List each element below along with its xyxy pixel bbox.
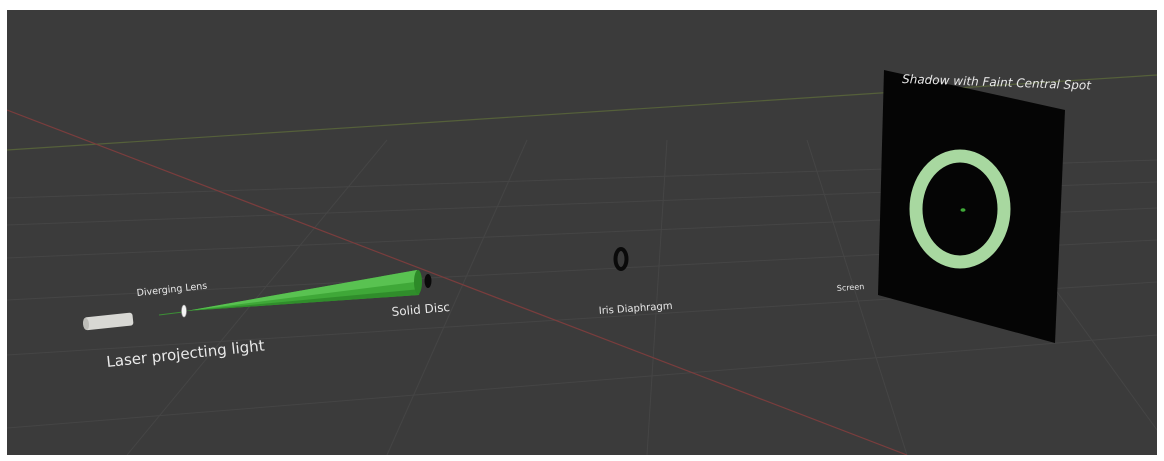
projection-screen[interactable]	[878, 70, 1065, 343]
x-axis-line	[7, 109, 908, 455]
diverging-lens[interactable]	[181, 304, 187, 318]
laser-beam-thin	[158, 311, 184, 316]
label-screen: Screen	[837, 282, 865, 293]
label-iris-diaphragm: Iris Diaphragm	[598, 301, 672, 317]
laser-body[interactable]	[82, 312, 134, 331]
label-laser: Laser projecting light	[106, 336, 266, 371]
3d-viewport[interactable]: Diverging Lens Laser projecting light So…	[7, 10, 1157, 455]
central-spot	[960, 208, 966, 212]
label-solid-disc: Solid Disc	[391, 300, 450, 319]
label-diverging-lens: Diverging Lens	[136, 281, 208, 299]
solid-disc[interactable]	[424, 274, 432, 288]
diverging-beam-cone	[186, 270, 422, 311]
iris-diaphragm[interactable]	[613, 247, 629, 271]
scene-canvas: Diverging Lens Laser projecting light So…	[7, 70, 1157, 455]
